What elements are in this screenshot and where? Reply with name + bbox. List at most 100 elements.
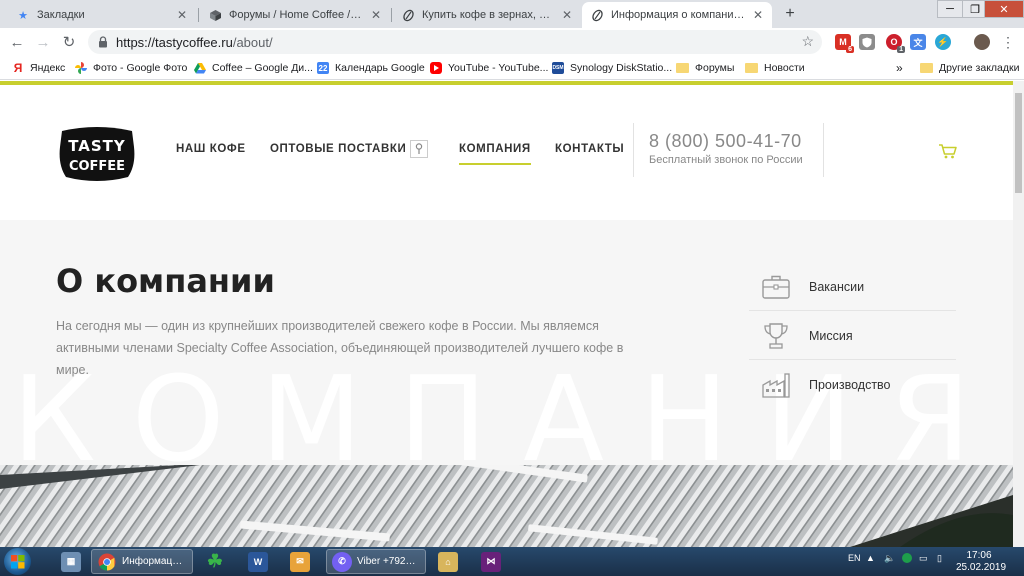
taskbar-calculator[interactable]: ▦ (56, 549, 86, 574)
opera-icon[interactable]: O1 (886, 34, 905, 53)
close-window-button[interactable]: ✕ (984, 0, 1024, 18)
tab-close-icon[interactable]: ✕ (176, 8, 188, 22)
taskbar-map[interactable]: ⌂ (433, 549, 463, 574)
back-button[interactable]: ← (7, 32, 27, 52)
side-link-label: Миссия (809, 328, 853, 343)
nav-company[interactable]: КОМПАНИЯ (459, 143, 531, 165)
bookmark-label: YouTube - YouTube... (448, 62, 549, 74)
address-bar[interactable]: https://tastycoffee.ru/about/ ☆ (88, 30, 822, 54)
tray-chevron-icon[interactable]: ▲ (866, 553, 875, 563)
windows-taskbar: ▦ Информация ... ☘ W ✉ ✆ Viber +79262...… (0, 547, 1024, 576)
windows-logo-icon (10, 554, 24, 568)
forward-button[interactable]: → (33, 32, 53, 52)
url-path: /about/ (232, 34, 273, 50)
opera-badge: 1 (897, 46, 905, 53)
tab-buy-coffee[interactable]: Купить кофе в зернах, молотый ✕ (393, 2, 581, 28)
clover-icon: ☘ (206, 551, 224, 571)
page-scrollbar[interactable] (1013, 81, 1024, 547)
system-clock[interactable]: 17:06 25.02.2019 (956, 550, 1006, 574)
taskbar-label: Информация ... (122, 556, 187, 567)
translate-icon[interactable]: 文 (910, 34, 926, 50)
side-link-label: Вакансии (809, 279, 865, 294)
header-divider (633, 123, 634, 177)
side-link-production[interactable]: Производство (749, 361, 956, 409)
browser-toolbar: ← → ↻ https://tastycoffee.ru/about/ ☆ M6… (0, 28, 1024, 56)
taskbar-label: Viber +79262... (357, 556, 420, 567)
phone-number[interactable]: 8 (800) 500-41-70 (649, 131, 802, 152)
phone-note: Бесплатный звонок по России (649, 154, 803, 166)
bookmarks-bar: Я Яндекс Фото - Google Фото Coffee – Goo… (0, 56, 1024, 80)
side-link-label: Производство (809, 378, 891, 392)
nav-our-coffee[interactable]: НАШ КОФЕ (176, 143, 246, 155)
bookmark-label: Яндекс (30, 62, 66, 74)
tab-bookmarks[interactable]: ★ Закладки ✕ (8, 2, 196, 28)
map-pin-icon[interactable] (410, 140, 428, 158)
bookmark-google-photos[interactable]: Фото - Google Фото (75, 60, 187, 76)
language-indicator[interactable]: EN (848, 553, 861, 563)
intro-text: На сегодня мы — один из крупнейших произ… (56, 319, 624, 377)
forum-icon (208, 8, 222, 22)
network-icon[interactable]: ▯ (937, 553, 942, 564)
tab-close-icon[interactable]: ✕ (370, 8, 382, 22)
taskbar-viber-window[interactable]: ✆ Viber +79262... (326, 549, 426, 574)
taskbar-chrome-window[interactable]: Информация ... (91, 549, 193, 574)
bookmark-star-icon[interactable]: ☆ (801, 33, 814, 50)
scrollbar-thumb[interactable] (1015, 93, 1022, 193)
nav-contacts[interactable]: КОНТАКТЫ (555, 143, 624, 155)
nav-wholesale[interactable]: ОПТОВЫЕ ПОСТАВКИ (270, 143, 406, 155)
bookmark-calendar[interactable]: 22 Календарь Google (317, 60, 425, 76)
volume-icon[interactable]: 🔈 (884, 553, 895, 564)
google-photos-icon (75, 62, 87, 74)
factory-icon (761, 371, 791, 399)
calendar-icon: 22 (317, 62, 329, 74)
site-header: TASTY COFFEE НАШ КОФЕ ОПТОВЫЕ ПОСТАВКИ К… (0, 85, 1013, 220)
trophy-icon (761, 322, 791, 350)
security-status-icon[interactable] (902, 553, 912, 563)
yandex-icon: Я (13, 61, 23, 75)
tab-title: Форумы / Home Coffee / Специ (229, 9, 364, 21)
bookmark-synology[interactable]: DSM Synology DiskStatio... (552, 60, 672, 76)
coffee-icon (401, 8, 415, 22)
tab-close-icon[interactable]: ✕ (561, 8, 573, 22)
url-host: https://tastycoffee.ru (116, 34, 233, 50)
tab-about-company[interactable]: Информация о компании Tasty ✕ (582, 2, 772, 28)
taskbar-clover[interactable]: ☘ (200, 549, 230, 574)
bookmark-yandex[interactable]: Я Яндекс (12, 60, 66, 76)
flag-icon[interactable]: ▭ (919, 553, 928, 564)
map-icon: ⌂ (438, 551, 458, 572)
avatar[interactable] (974, 34, 990, 50)
bookmark-google-drive[interactable]: Coffee – Google Ди... (194, 60, 313, 76)
tasty-coffee-logo[interactable]: TASTY COFFEE (56, 125, 138, 183)
bookmark-folder-news[interactable]: Новости (745, 60, 805, 76)
youtube-icon (430, 62, 442, 74)
reload-button[interactable]: ↻ (59, 32, 79, 52)
minimize-button[interactable]: ─ (937, 0, 963, 18)
side-link-vacancies[interactable]: Вакансии (749, 263, 956, 311)
side-link-mission[interactable]: Миссия (749, 312, 956, 360)
taskbar-word[interactable]: W (243, 549, 273, 574)
arrow-left-icon: ← (9, 33, 25, 51)
cart-icon[interactable] (938, 143, 958, 159)
tab-close-icon[interactable]: ✕ (752, 8, 764, 22)
bookmarks-overflow-button[interactable]: » (896, 60, 903, 76)
lightning-icon[interactable]: ⚡ (935, 34, 951, 50)
bookmark-folder-forums[interactable]: Форумы (676, 60, 734, 76)
shield-icon[interactable] (859, 34, 875, 50)
start-button[interactable] (4, 548, 31, 575)
browser-menu-button[interactable]: ⋮ (998, 32, 1018, 52)
tab-separator (391, 8, 392, 22)
taskbar-mail[interactable]: ✉ (285, 549, 315, 574)
other-bookmarks[interactable]: Другие закладки (920, 60, 1019, 76)
coffee-icon (590, 8, 604, 22)
bookmark-label: Другие закладки (939, 62, 1020, 74)
new-tab-button[interactable]: + (780, 4, 800, 24)
taskbar-visual-studio[interactable]: ⋈ (476, 549, 506, 574)
production-photo (0, 465, 1013, 547)
bookmark-youtube[interactable]: YouTube - YouTube... (430, 60, 548, 76)
header-divider (823, 123, 824, 177)
tab-forums[interactable]: Форумы / Home Coffee / Специ ✕ (200, 2, 390, 28)
chrome-icon (97, 552, 117, 572)
bookmark-label: Календарь Google (335, 62, 425, 74)
gmail-icon[interactable]: M6 (835, 34, 854, 53)
bookmark-label: Synology DiskStatio... (570, 62, 673, 74)
